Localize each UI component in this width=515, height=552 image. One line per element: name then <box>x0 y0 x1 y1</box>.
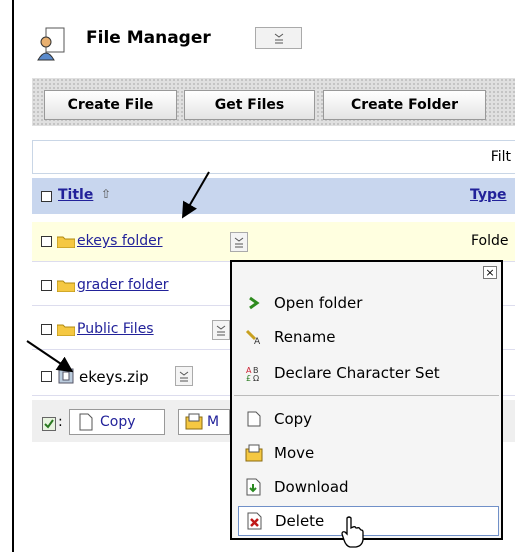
menu-item-declare-charset[interactable]: A B £ Ω Declare Character Set <box>238 358 499 388</box>
svg-text:£: £ <box>246 374 251 382</box>
menu-item-label: Delete <box>275 512 325 530</box>
menu-item-download[interactable]: Download <box>238 472 499 502</box>
menu-item-label: Copy <box>274 410 313 428</box>
menu-item-move[interactable]: Move <box>238 438 499 468</box>
menu-item-label: Open folder <box>274 294 363 312</box>
hand-cursor-icon <box>341 516 364 548</box>
svg-text:A: A <box>254 337 261 345</box>
svg-text:Ω: Ω <box>253 374 259 382</box>
menu-item-open-folder[interactable]: Open folder <box>238 288 499 318</box>
charset-icon: A B £ Ω <box>244 363 264 383</box>
rename-icon: A <box>244 327 264 347</box>
delete-icon <box>245 511 265 531</box>
menu-item-label: Rename <box>274 328 336 346</box>
copy-icon <box>244 409 264 429</box>
menu-item-delete[interactable]: Delete <box>238 506 499 536</box>
close-menu-button[interactable]: × <box>483 266 497 279</box>
menu-item-label: Declare Character Set <box>274 364 440 382</box>
menu-separator <box>234 395 499 396</box>
move-icon <box>244 443 264 463</box>
menu-item-copy[interactable]: Copy <box>238 404 499 434</box>
menu-item-label: Download <box>274 478 349 496</box>
open-folder-icon <box>244 293 264 313</box>
menu-item-rename[interactable]: A Rename <box>238 322 499 352</box>
context-menu: × Open folder A Rename A B £ Ω Declare Char… <box>230 260 503 540</box>
menu-item-label: Move <box>274 444 315 462</box>
download-icon <box>244 477 264 497</box>
